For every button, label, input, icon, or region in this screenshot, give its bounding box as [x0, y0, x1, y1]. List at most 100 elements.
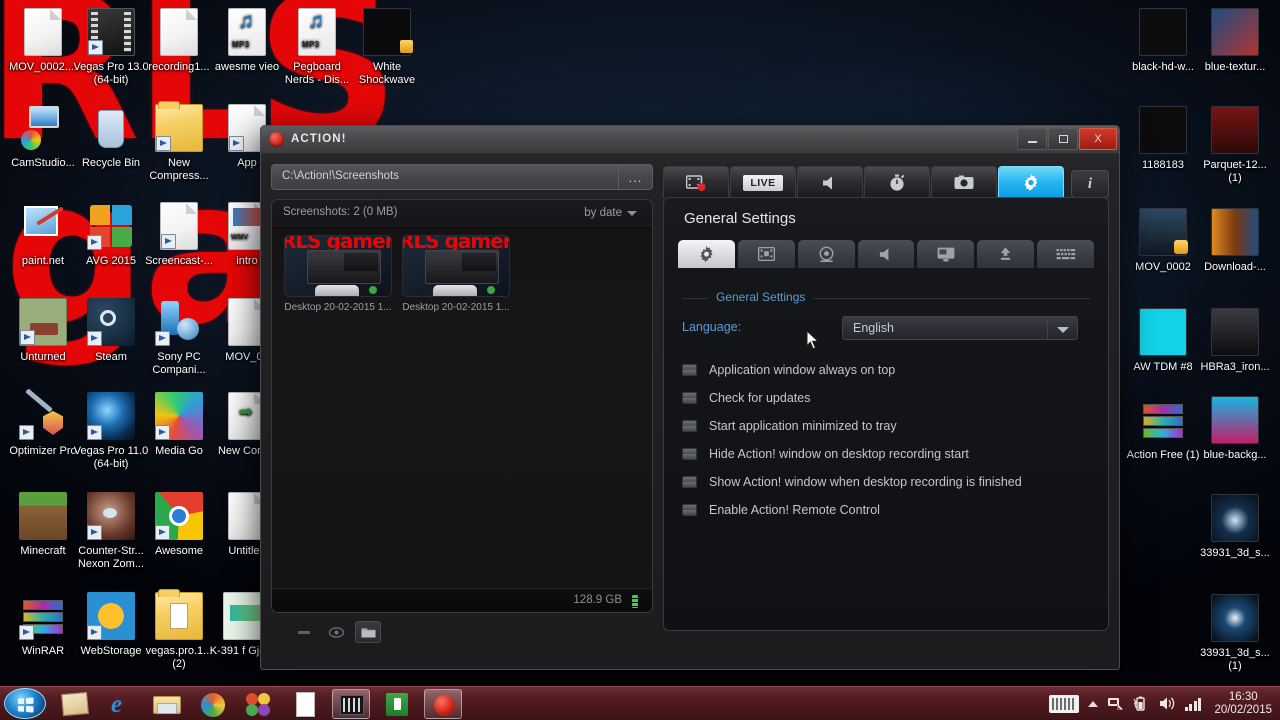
subtab-video[interactable]: [737, 240, 795, 268]
preview-button[interactable]: [323, 621, 349, 643]
subtab-upload[interactable]: [977, 240, 1035, 268]
disk-meter-icon: [632, 595, 638, 608]
checkbox[interactable]: [682, 420, 697, 432]
taskbar-item-internet-explorer[interactable]: e: [102, 689, 140, 719]
taskbar-item-store[interactable]: [378, 689, 416, 719]
subtab-audio[interactable]: [857, 240, 915, 268]
desktop-icon-vegas-pro-folder[interactable]: vegas.pro.1... (2): [140, 589, 218, 670]
volume-icon[interactable]: [1159, 696, 1176, 713]
clock[interactable]: 16:30 20/02/2015: [1214, 691, 1272, 717]
desktop-icon-label: AVG 2015: [86, 255, 136, 267]
desktop-icon-recycle-bin[interactable]: Recycle Bin: [72, 104, 150, 170]
desktop-icon-recording1[interactable]: recording1...: [140, 8, 218, 74]
network-icon[interactable]: [1107, 696, 1124, 713]
taskbar-item-document[interactable]: [286, 689, 324, 719]
desktop-icon-sony-pc-companion[interactable]: Sony PC Compani...: [140, 298, 218, 376]
option-remote-control[interactable]: Enable Action! Remote Control: [682, 496, 1090, 524]
desktop-icon-unturned[interactable]: Unturned: [4, 298, 82, 364]
taskbar-item-photo-gallery[interactable]: [240, 689, 278, 719]
taskbar[interactable]: e 16:30 20/02/2015: [0, 686, 1280, 720]
info-button[interactable]: i: [1071, 170, 1109, 198]
subtab-general[interactable]: [678, 240, 735, 268]
maximize-button[interactable]: [1048, 128, 1078, 150]
checkbox[interactable]: [682, 504, 697, 516]
subtab-display[interactable]: [917, 240, 975, 268]
browse-button[interactable]: ...: [618, 165, 652, 189]
close-button[interactable]: X: [1079, 128, 1117, 150]
action-window[interactable]: ACTION! X C:\Action!\Screenshots ... Scr…: [260, 125, 1120, 670]
minecraft-icon: [19, 492, 67, 540]
option-show-when-finished[interactable]: Show Action! window when desktop recordi…: [682, 468, 1090, 496]
desktop-icon-minecraft[interactable]: Minecraft: [4, 492, 82, 558]
option-hide-on-record-start[interactable]: Hide Action! window on desktop recording…: [682, 440, 1090, 468]
desktop-icon-hbra3-iron[interactable]: HBRa3_iron...: [1196, 308, 1274, 374]
output-path-field[interactable]: C:\Action!\Screenshots ...: [271, 164, 653, 190]
desktop-icon-mov0002[interactable]: MOV_0002....: [4, 8, 82, 74]
desktop-icon-awesome-chrome[interactable]: Awesome: [140, 492, 218, 558]
sort-dropdown[interactable]: by date: [576, 204, 642, 222]
taskbar-item-file-explorer[interactable]: [148, 689, 186, 719]
checkbox[interactable]: [682, 448, 697, 460]
desktop-icon-paint-net[interactable]: paint.net: [4, 202, 82, 268]
taskbar-item-sticky-notes[interactable]: [56, 689, 94, 719]
desktop-icon-pegboard-nerds[interactable]: ♫ MP3 Pegboard Nerds - Dis...: [278, 8, 356, 86]
desktop-icon-counter-strike-nexon[interactable]: Counter-Str... Nexon Zom...: [72, 492, 150, 570]
desktop-icon-webstorage[interactable]: WebStorage: [72, 592, 150, 658]
option-check-updates[interactable]: Check for updates: [682, 384, 1090, 412]
desktop-icon-awesme-vieo[interactable]: ♫ MP3 awesme vieo: [208, 8, 286, 74]
desktop-icon-vegas-pro-11[interactable]: Vegas Pro 11.0 (64-bit): [72, 392, 150, 470]
desktop-icon-avg-2015[interactable]: AVG 2015: [72, 202, 150, 268]
desktop-icon-optimizer-pro[interactable]: Optimizer Pro: [4, 388, 82, 458]
desktop-icon-blue-backg[interactable]: blue-backg...: [1196, 396, 1274, 462]
subtab-webcam[interactable]: [797, 240, 855, 268]
checkbox[interactable]: [682, 364, 697, 376]
thumbnail-item[interactable]: RLS gamer Desktop 20-02-2015 1...: [402, 235, 510, 313]
minimize-button[interactable]: [1017, 128, 1047, 150]
chevron-down-icon[interactable]: [1047, 317, 1077, 339]
desktop-icon-steam[interactable]: Steam: [72, 298, 150, 364]
desktop-icon-screencast[interactable]: Screencast-...: [140, 202, 218, 268]
desktop-icon-camstudio[interactable]: CamStudio...: [4, 104, 82, 170]
desktop-icon-mov-0002[interactable]: MOV_0002: [1124, 208, 1202, 274]
tab-live[interactable]: LIVE: [730, 166, 796, 198]
desktop-icon-action-free[interactable]: Action Free (1): [1124, 396, 1202, 462]
desktop-icon-media-go[interactable]: Media Go: [140, 392, 218, 458]
tab-screenshot[interactable]: [931, 166, 997, 198]
thumbnail-item[interactable]: RLS gamer Desktop 20-02-2015 1...: [284, 235, 392, 313]
start-button[interactable]: [4, 688, 46, 719]
desktop-icon-parquet-12[interactable]: Parquet-12... (1): [1196, 106, 1274, 184]
desktop-icon-vegas-pro-13[interactable]: Vegas Pro 13.0 (64-bit): [72, 8, 150, 86]
signal-icon[interactable]: [1184, 697, 1202, 711]
battery-icon[interactable]: [1133, 696, 1150, 713]
desktop-icon-black-hd-w[interactable]: black-hd-w...: [1124, 8, 1202, 74]
checkbox[interactable]: [682, 392, 697, 404]
tab-benchmark[interactable]: [864, 166, 930, 198]
remove-button[interactable]: [291, 621, 317, 643]
desktop-icon-33931-3d-s[interactable]: 33931_3d_s...: [1196, 494, 1274, 560]
taskbar-item-vegas-pro[interactable]: [332, 689, 370, 719]
keyboard-icon[interactable]: [1048, 695, 1079, 713]
chevron-up-icon[interactable]: [1087, 701, 1098, 707]
desktop-icon-white-shockwave[interactable]: White Shockwave: [348, 8, 426, 86]
open-folder-button[interactable]: [355, 621, 381, 643]
desktop-icon-blue-textur[interactable]: blue-textur...: [1196, 8, 1274, 74]
window-title-bar[interactable]: ACTION! X: [261, 126, 1119, 154]
desktop-icon-label: Counter-Str... Nexon Zom...: [77, 545, 145, 570]
option-always-on-top[interactable]: Application window always on top: [682, 356, 1090, 384]
language-select[interactable]: English: [842, 316, 1078, 340]
desktop-icon-new-compressed[interactable]: New Compress...: [140, 101, 218, 182]
tab-settings[interactable]: [998, 166, 1064, 198]
desktop-icon-1188183[interactable]: 1188183: [1124, 106, 1202, 172]
desktop-icon-aw-tdm-8[interactable]: AW TDM #8: [1124, 308, 1202, 374]
option-start-minimized[interactable]: Start application minimized to tray: [682, 412, 1090, 440]
checkbox[interactable]: [682, 476, 697, 488]
tab-record[interactable]: [663, 166, 729, 198]
desktop-icon-label: Minecraft: [20, 545, 66, 557]
desktop-icon-winrar[interactable]: WinRAR: [4, 592, 82, 658]
taskbar-item-media-player[interactable]: [194, 689, 232, 719]
subtab-hotkeys[interactable]: [1037, 240, 1095, 268]
desktop-icon-33931-3d-s-1[interactable]: 33931_3d_s... (1): [1196, 594, 1274, 672]
desktop-icon-download[interactable]: Download-...: [1196, 208, 1274, 274]
taskbar-item-action[interactable]: [424, 689, 462, 719]
tab-audio[interactable]: [797, 166, 863, 198]
